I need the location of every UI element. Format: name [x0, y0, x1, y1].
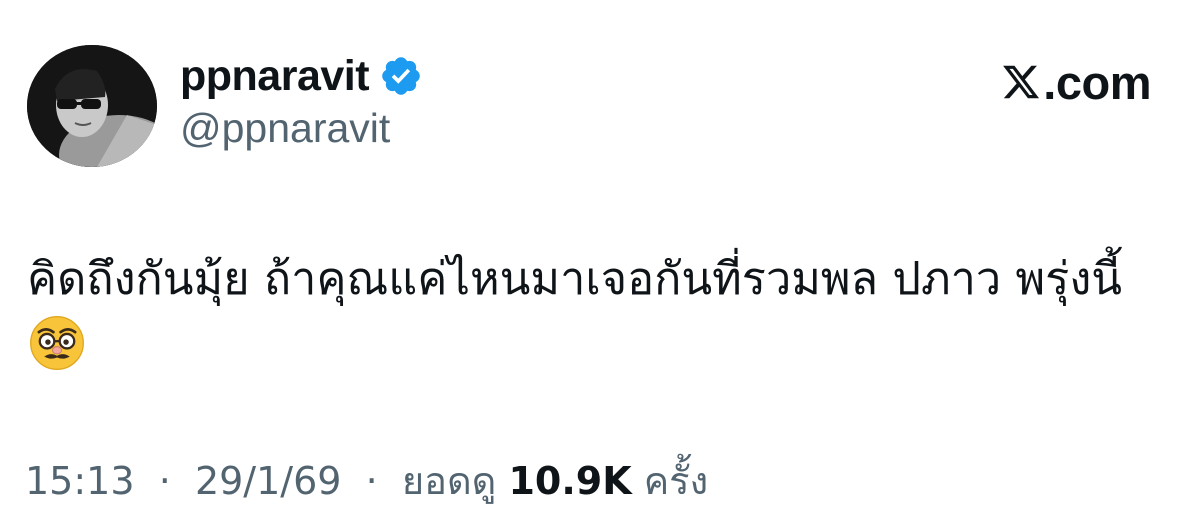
tweet-time[interactable]: 15:13 [25, 459, 135, 503]
tweet-text: คิดถึงกันมุ้ย ถ้าคุณแค่ไหนมาเจอกันที่รวม… [27, 252, 1123, 305]
meta-separator: · [353, 459, 390, 503]
views-count: 10.9K [508, 459, 632, 503]
x-logo-icon [1003, 65, 1040, 99]
tweet-meta: 15:13 · 29/1/69 · ยอดดู 10.9K ครั้ง [25, 450, 708, 511]
author-name-row: ppnaravit [180, 50, 423, 102]
meta-separator: · [146, 459, 183, 503]
disguised-face-emoji [30, 316, 84, 370]
views-suffix: ครั้ง [643, 459, 709, 503]
tweet-date[interactable]: 29/1/69 [195, 459, 342, 503]
profile-avatar[interactable] [27, 45, 157, 167]
verified-badge-icon [382, 57, 420, 95]
x-com-logo: .com [1001, 55, 1151, 109]
avatar-image [27, 45, 157, 167]
author-handle[interactable]: @ppnaravit [180, 105, 390, 151]
views-label: ยอดดู [401, 459, 497, 503]
author-display-name[interactable]: ppnaravit [180, 54, 370, 98]
domain-suffix: .com [1043, 55, 1151, 109]
